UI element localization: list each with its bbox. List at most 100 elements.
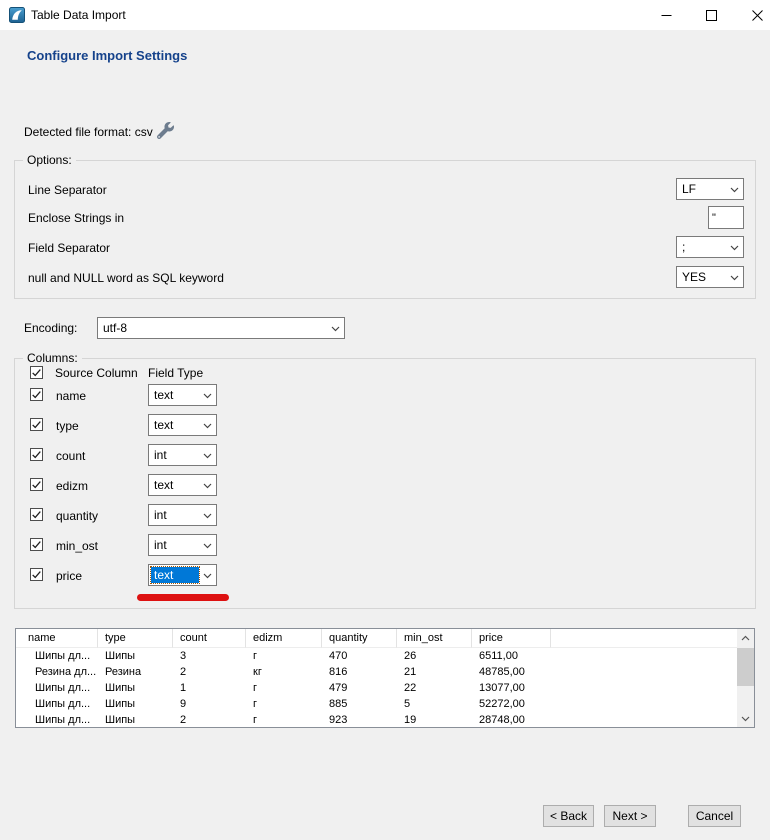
cell: Резина дл... [16,664,98,680]
column-label-price: price [56,569,82,583]
column-checkbox-name[interactable] [30,388,43,401]
back-button[interactable]: < Back [543,805,594,827]
cell-filler [551,696,737,712]
column-header: edizm [246,629,322,648]
cell: 470 [322,648,397,664]
columns-group: Columns: [14,358,756,609]
close-button[interactable] [735,0,770,30]
column-label-type: type [56,419,79,433]
column-label-name: name [56,389,86,403]
cell: 885 [322,696,397,712]
chevron-down-icon [726,237,743,257]
column-header: count [173,629,246,648]
chevron-down-icon [199,415,216,435]
minimize-button[interactable] [644,0,688,30]
cell-filler [551,680,737,696]
chevron-down-icon [327,318,344,338]
wrench-icon[interactable] [157,122,174,139]
chevron-down-icon [199,445,216,465]
cancel-button[interactable]: Cancel [688,805,741,827]
cell: Шипы дл... [16,712,98,728]
field-type-select-count[interactable]: int [148,444,217,466]
cell: 19 [397,712,472,728]
column-header: type [98,629,173,648]
chevron-down-icon [726,267,743,287]
line-separator-select[interactable]: LF [676,178,744,200]
cell: 21 [397,664,472,680]
scrollbar-thumb[interactable] [737,648,754,686]
cell: 6511,00 [472,648,551,664]
cell: 5 [397,696,472,712]
cell-filler [551,664,737,680]
cell: 48785,00 [472,664,551,680]
mysql-workbench-icon [9,7,25,23]
page-title: Configure Import Settings [27,48,187,63]
cell: 923 [322,712,397,728]
cell: Шипы [98,680,173,696]
column-checkbox-price[interactable] [30,568,43,581]
column-header: name [16,629,98,648]
column-checkbox-edizm[interactable] [30,478,43,491]
field-type-select-type[interactable]: text [148,414,217,436]
cell: г [246,712,322,728]
chevron-down-icon [199,565,216,585]
cell: 816 [322,664,397,680]
column-label-count: count [56,449,85,463]
enclose-strings-label: Enclose Strings in [28,211,124,225]
cell: Шипы дл... [16,696,98,712]
scroll-down-icon[interactable] [737,710,754,727]
cell-filler [551,712,737,728]
vertical-scrollbar[interactable] [737,629,754,727]
line-separator-label: Line Separator [28,183,107,197]
cell: 9 [173,696,246,712]
field-type-select-name[interactable]: text [148,384,217,406]
column-checkbox-type[interactable] [30,418,43,431]
column-checkbox-quantity[interactable] [30,508,43,521]
cell: Шипы дл... [16,648,98,664]
column-label-min-ost: min_ost [56,539,98,553]
detected-format-label: Detected file format: csv [24,125,153,139]
table-data-import-window: Table Data Import Configure Import Setti… [0,0,770,840]
field-type-select-quantity[interactable]: int [148,504,217,526]
red-underline-annotation [137,594,229,601]
cell: 52272,00 [472,696,551,712]
column-label-edizm: edizm [56,479,88,493]
field-separator-label: Field Separator [28,241,110,255]
null-keyword-select[interactable]: YES [676,266,744,288]
cell: 28748,00 [472,712,551,728]
maximize-button[interactable] [689,0,733,30]
next-button[interactable]: Next > [604,805,656,827]
cell: г [246,680,322,696]
column-header-filler [551,629,737,648]
cell: Резина [98,664,173,680]
title-bar: Table Data Import [0,0,770,30]
null-keyword-label: null and NULL word as SQL keyword [28,271,224,285]
cell: Шипы [98,696,173,712]
cell: 3 [173,648,246,664]
field-type-header: Field Type [148,366,203,380]
field-type-select-edizm[interactable]: text [148,474,217,496]
columns-group-label: Columns: [23,351,82,365]
source-column-select-all-checkbox[interactable] [30,366,43,379]
encoding-select[interactable]: utf-8 [97,317,345,339]
column-header: min_ost [397,629,472,648]
cell: Шипы [98,712,173,728]
options-group-label: Options: [23,153,76,167]
window-title: Table Data Import [31,0,126,30]
field-type-select-min-ost[interactable]: int [148,534,217,556]
scroll-up-icon[interactable] [737,629,754,646]
cell: 13077,00 [472,680,551,696]
chevron-down-icon [199,535,216,555]
field-separator-select[interactable]: ; [676,236,744,258]
enclose-strings-input[interactable] [708,206,744,229]
chevron-down-icon [726,179,743,199]
field-type-select-price[interactable]: text [148,564,217,586]
column-label-quantity: quantity [56,509,98,523]
preview-table: name type count edizm quantity min_ost p… [15,628,755,728]
column-checkbox-count[interactable] [30,448,43,461]
column-checkbox-min-ost[interactable] [30,538,43,551]
chevron-down-icon [199,475,216,495]
chevron-down-icon [199,385,216,405]
cell: г [246,648,322,664]
chevron-down-icon [199,505,216,525]
